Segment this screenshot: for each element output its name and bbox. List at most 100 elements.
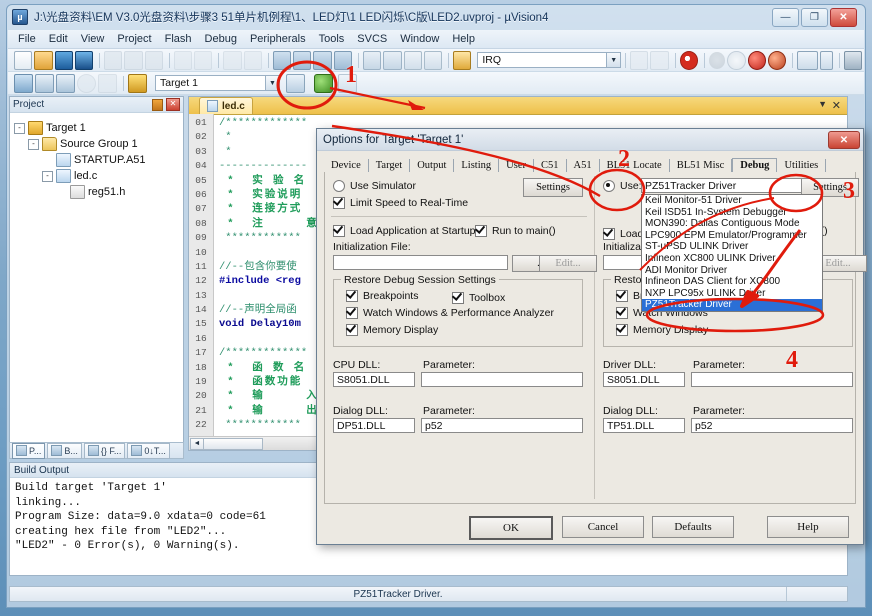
menu-item-file[interactable]: File: [18, 33, 36, 45]
driver-option-5[interactable]: Infineon XC800 ULINK Driver: [642, 253, 822, 265]
dialog-tab-user[interactable]: User: [499, 159, 534, 172]
target-combo[interactable]: Target 1 ▼: [155, 75, 280, 91]
load-app-checkbox[interactable]: [333, 224, 345, 237]
copy-icon[interactable]: [124, 50, 143, 70]
irq-combo[interactable]: IRQ ▼: [477, 52, 622, 68]
driver-parameter-input[interactable]: [691, 372, 853, 387]
memory-display-checkbox-left[interactable]: [346, 323, 358, 336]
download-to-flash-icon[interactable]: [128, 73, 147, 93]
dialog-tab-bl51-misc[interactable]: BL51 Misc: [670, 159, 733, 172]
simulator-settings-button[interactable]: Settings: [523, 178, 583, 197]
goto-definition-icon[interactable]: [650, 50, 669, 70]
driver-option-4[interactable]: ST-uPSD ULINK Driver: [642, 241, 822, 253]
bookmarks-all-icon[interactable]: [767, 50, 787, 70]
watch-windows-checkbox-right[interactable]: [616, 306, 628, 319]
breakpoints-checkbox-right[interactable]: [616, 289, 628, 302]
menu-item-window[interactable]: Window: [400, 33, 439, 45]
translate-icon[interactable]: [14, 73, 33, 93]
scroll-left-arrow-icon[interactable]: ◄: [190, 438, 204, 450]
toolbox-row-left[interactable]: Toolbox: [452, 290, 505, 305]
cut-icon[interactable]: [104, 50, 123, 70]
minimize-button[interactable]: —: [772, 8, 799, 27]
memory-display-row-right[interactable]: Memory Display: [616, 322, 852, 337]
menu-item-flash[interactable]: Flash: [165, 33, 192, 45]
menu-item-edit[interactable]: Edit: [49, 33, 68, 45]
rebuild-icon[interactable]: [56, 73, 75, 93]
stop-build-icon[interactable]: [98, 73, 117, 93]
dialog-dll-input-left[interactable]: DP51.DLL: [333, 418, 415, 433]
scrollbar-thumb[interactable]: [203, 438, 263, 450]
find-in-files-icon[interactable]: [630, 50, 649, 70]
dialog-tab-listing[interactable]: Listing: [454, 159, 500, 172]
driver-option-7[interactable]: Infineon DAS Client for XC800: [642, 276, 822, 288]
driver-dropdown-list[interactable]: Keil Monitor-51 Driver Keil ISD51 In-Syst…: [641, 194, 823, 312]
dialog-tab-target[interactable]: Target: [369, 159, 411, 172]
menu-item-debug[interactable]: Debug: [205, 33, 237, 45]
manage-multi-project-icon[interactable]: [338, 73, 357, 93]
close-button[interactable]: ✕: [830, 8, 857, 27]
open-file-icon[interactable]: [34, 50, 53, 70]
dialog-parameter-input-right[interactable]: p52: [691, 418, 853, 433]
dialog-parameter-input-left[interactable]: p52: [421, 418, 583, 433]
bookmark-toggle-icon[interactable]: [272, 50, 292, 70]
chevron-down-icon[interactable]: ▼: [606, 53, 621, 67]
dialog-tab-a51[interactable]: A51: [567, 159, 600, 172]
project-tab-project[interactable]: P...: [12, 442, 46, 459]
dialog-tab-debug[interactable]: Debug: [732, 158, 778, 173]
cancel-button[interactable]: Cancel: [562, 516, 644, 538]
search-icon[interactable]: [679, 50, 698, 70]
menu-item-peripherals[interactable]: Peripherals: [250, 33, 306, 45]
menu-item-svcs[interactable]: SVCS: [357, 33, 387, 45]
limit-speed-row[interactable]: Limit Speed to Real-Time: [333, 195, 593, 210]
menu-item-tools[interactable]: Tools: [319, 33, 345, 45]
build-icon[interactable]: [35, 73, 54, 93]
dialog-tab-output[interactable]: Output: [410, 159, 455, 172]
run-to-main-checkbox[interactable]: [475, 224, 487, 237]
watch-windows-row-left[interactable]: Watch Windows & Performance Analyzer: [346, 305, 582, 320]
init-file-input[interactable]: [333, 255, 508, 270]
limit-speed-checkbox[interactable]: [333, 196, 345, 209]
defaults-button[interactable]: Defaults: [652, 516, 734, 538]
chevron-down-icon[interactable]: ▼: [265, 76, 279, 90]
use-simulator-radio[interactable]: [333, 179, 345, 192]
breakpoints-checkbox-left[interactable]: [346, 289, 358, 302]
bookmark-clear-icon[interactable]: [333, 50, 353, 70]
menu-item-project[interactable]: Project: [117, 33, 151, 45]
comment-icon[interactable]: [403, 50, 422, 70]
project-tab-books[interactable]: B...: [47, 442, 82, 459]
dialog-dll-input-right[interactable]: TP51.DLL: [603, 418, 685, 433]
configuration-wizard-icon[interactable]: [843, 50, 862, 70]
driver-option-2[interactable]: MON390: Dallas Contiguous Mode: [642, 218, 822, 230]
driver-option-8[interactable]: NXP LPC95x ULINK Driver: [642, 288, 822, 300]
insert-bookmark-icon[interactable]: [453, 50, 472, 70]
watch-windows-checkbox-left[interactable]: [346, 306, 358, 319]
driver-option-1[interactable]: Keil ISD51 In-System Debugger: [642, 207, 822, 219]
dialog-close-button[interactable]: ✕: [828, 131, 860, 149]
driver-option-3[interactable]: LPC900 EPM Emulator/Programmer: [642, 230, 822, 242]
load-app-checkbox-right[interactable]: [603, 227, 615, 240]
tree-expander-icon[interactable]: -: [14, 122, 25, 134]
bookmark-next-icon[interactable]: [293, 50, 312, 70]
driver-option-9[interactable]: PZ51Tracker Driver: [642, 299, 822, 311]
uncomment-icon[interactable]: [423, 50, 443, 70]
dialog-tab-bl51-locate[interactable]: BL51 Locate: [600, 159, 670, 172]
project-tab-functions[interactable]: {} F...: [83, 442, 126, 459]
maximize-button[interactable]: ❐: [801, 8, 828, 27]
tree-item-source-group-1[interactable]: - Source Group 1: [14, 136, 179, 152]
memory-display-checkbox-right[interactable]: [616, 323, 628, 336]
tree-item-target-1[interactable]: - Target 1: [14, 120, 179, 136]
editor-tab-led-c[interactable]: led.c: [199, 97, 253, 114]
menu-item-view[interactable]: View: [81, 33, 105, 45]
tree-expander-icon[interactable]: -: [28, 138, 39, 150]
help-button[interactable]: Help: [767, 516, 849, 538]
toolbox-checkbox-left[interactable]: [452, 291, 464, 304]
driver-option-0[interactable]: Keil Monitor-51 Driver: [642, 195, 822, 207]
save-all-icon[interactable]: [74, 50, 94, 70]
batch-build-icon[interactable]: [77, 73, 96, 93]
run-to-main-row[interactable]: Run to main(): [475, 223, 556, 238]
driver-combo[interactable]: PZ51Tracker Driver ▼: [641, 178, 821, 193]
indent-icon[interactable]: [362, 50, 382, 70]
save-icon[interactable]: [54, 50, 73, 70]
chevron-down-icon[interactable]: ▼: [818, 99, 827, 109]
menu-item-help[interactable]: Help: [452, 33, 475, 45]
